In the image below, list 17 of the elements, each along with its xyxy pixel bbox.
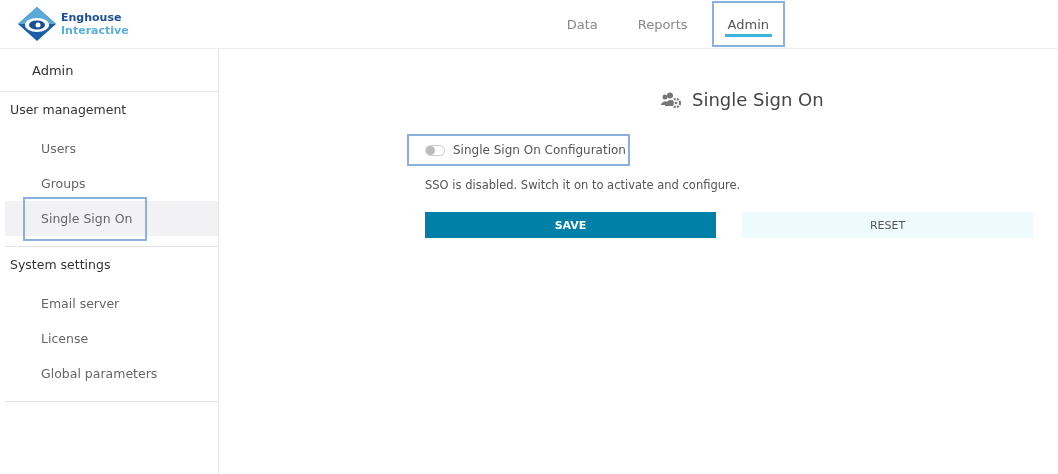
toggle-label: Single Sign On Configuration xyxy=(453,143,626,157)
section-heading: System settings xyxy=(9,256,112,274)
nav-tab[interactable]: Admin xyxy=(711,1,786,47)
users-gear-icon xyxy=(660,91,682,108)
logo-name: Enghouse xyxy=(61,11,123,24)
toggle-switch[interactable] xyxy=(425,144,445,156)
reset-button[interactable]: RESET xyxy=(742,212,1033,238)
nav-tab[interactable]: Data xyxy=(550,1,614,47)
save-button[interactable]: SAVE xyxy=(425,212,716,238)
page-title: Single Sign On xyxy=(692,89,824,110)
section-heading: User management xyxy=(9,101,128,119)
logo-subtitle: Interactive xyxy=(61,24,129,37)
nav-tab[interactable]: Reports xyxy=(621,1,704,47)
logo-icon xyxy=(18,7,56,41)
status-message: SSO is disabled. Switch it on to activate and configure. xyxy=(425,178,742,192)
sidebar-item[interactable]: Single Sign On xyxy=(23,196,147,241)
sidebar-title: Admin xyxy=(0,49,218,92)
